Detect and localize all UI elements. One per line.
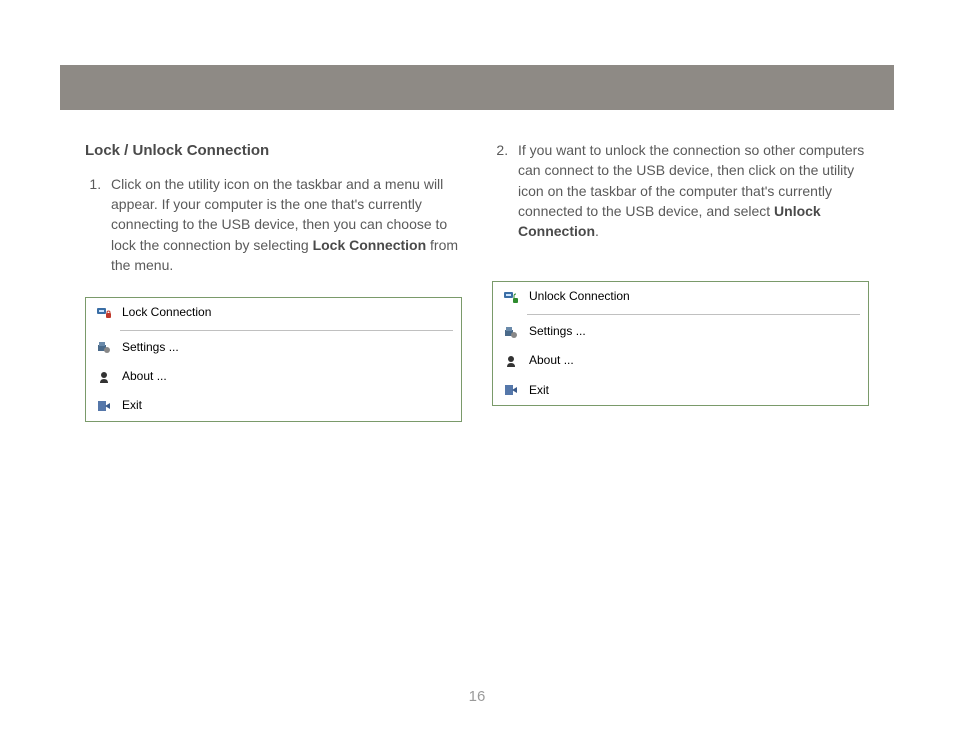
usb-unlock-icon <box>503 289 519 305</box>
menu-separator <box>120 330 453 331</box>
right-column: If you want to unlock the connection so … <box>492 140 869 422</box>
menu-item-about[interactable]: About ... <box>86 362 461 391</box>
menu-item-lock-connection[interactable]: Lock Connection <box>86 298 461 327</box>
context-menu-unlock: Unlock Connection Settings ... <box>492 281 869 406</box>
menu-item-label: Settings ... <box>529 323 586 340</box>
section-heading: Lock / Unlock Connection <box>85 140 462 162</box>
about-icon <box>503 353 519 369</box>
menu-item-exit[interactable]: Exit <box>86 391 461 420</box>
header-bar <box>60 65 894 110</box>
usb-lock-icon <box>96 305 112 321</box>
exit-icon <box>96 398 112 414</box>
menu-separator <box>527 314 860 315</box>
menu-item-label: Lock Connection <box>122 304 211 321</box>
menu-item-settings[interactable]: Settings ... <box>493 317 868 346</box>
settings-icon <box>503 324 519 340</box>
step-2: If you want to unlock the connection so … <box>512 140 869 241</box>
exit-icon <box>503 382 519 398</box>
menu-item-label: Exit <box>122 397 142 414</box>
menu-item-label: Settings ... <box>122 339 179 356</box>
menu-item-settings[interactable]: Settings ... <box>86 333 461 362</box>
about-icon <box>96 369 112 385</box>
menu-item-label: Exit <box>529 382 549 399</box>
step-2-text-after: . <box>595 223 599 239</box>
page-number: 16 <box>0 688 954 705</box>
menu-item-about[interactable]: About ... <box>493 346 868 375</box>
step-1-bold: Lock Connection <box>313 237 427 253</box>
menu-item-unlock-connection[interactable]: Unlock Connection <box>493 282 868 311</box>
menu-item-exit[interactable]: Exit <box>493 376 868 405</box>
menu-item-label: About ... <box>122 368 167 385</box>
context-menu-lock: Lock Connection Settings ... <box>85 297 462 422</box>
step-1: Click on the utility icon on the taskbar… <box>105 174 462 275</box>
menu-item-label: About ... <box>529 352 574 369</box>
settings-icon <box>96 339 112 355</box>
menu-item-label: Unlock Connection <box>529 288 630 305</box>
left-column: Lock / Unlock Connection Click on the ut… <box>85 140 462 422</box>
